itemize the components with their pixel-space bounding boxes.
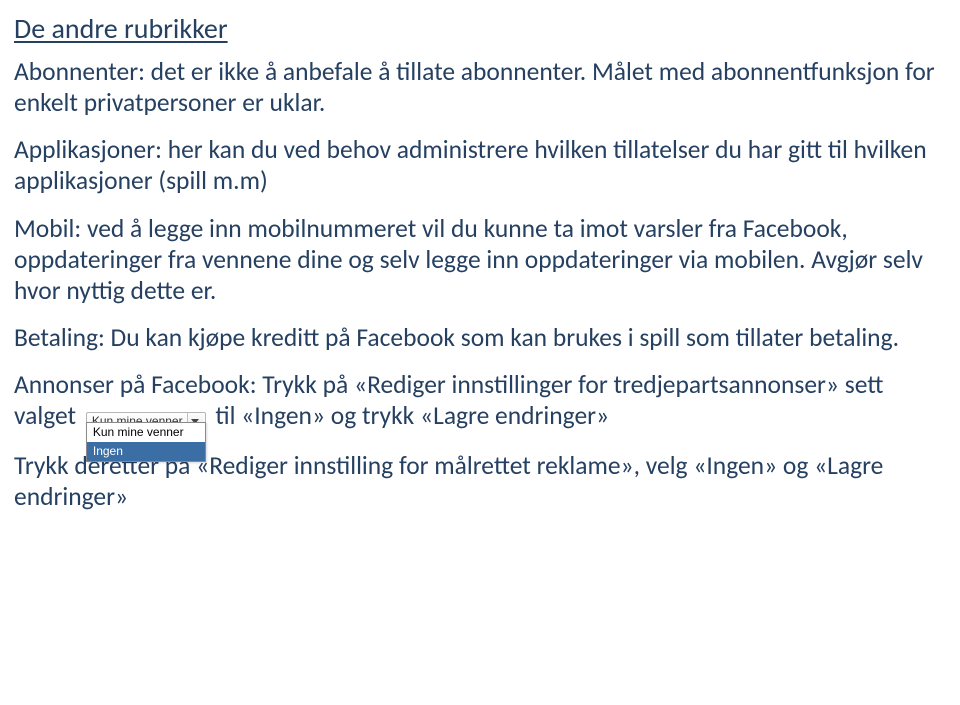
visibility-dropdown[interactable]: Kun mine venner Kun mine venner Ingen [86,402,206,433]
paragraph-annonser: Annonser på Facebook: Trykk på «Rediger … [14,369,950,434]
section-heading: De andre rubrikker [14,12,950,46]
dropdown-menu[interactable]: Kun mine venner Ingen [86,422,206,461]
dropdown-option[interactable]: Kun mine venner [87,423,205,442]
paragraph-abonnenter: Abonnenter: det er ikke å anbefale å til… [14,56,950,118]
paragraph-annonser-tail: til «Ingen» og trykk «Lagre endringer» [215,400,609,431]
dropdown-option[interactable]: Ingen [87,442,205,461]
paragraph-mobil: Mobil: ved å legge inn mobilnummeret vil… [14,213,950,306]
paragraph-applikasjoner: Applikasjoner: her kan du ved behov admi… [14,134,950,196]
paragraph-betaling: Betaling: Du kan kjøpe kreditt på Facebo… [14,322,950,353]
